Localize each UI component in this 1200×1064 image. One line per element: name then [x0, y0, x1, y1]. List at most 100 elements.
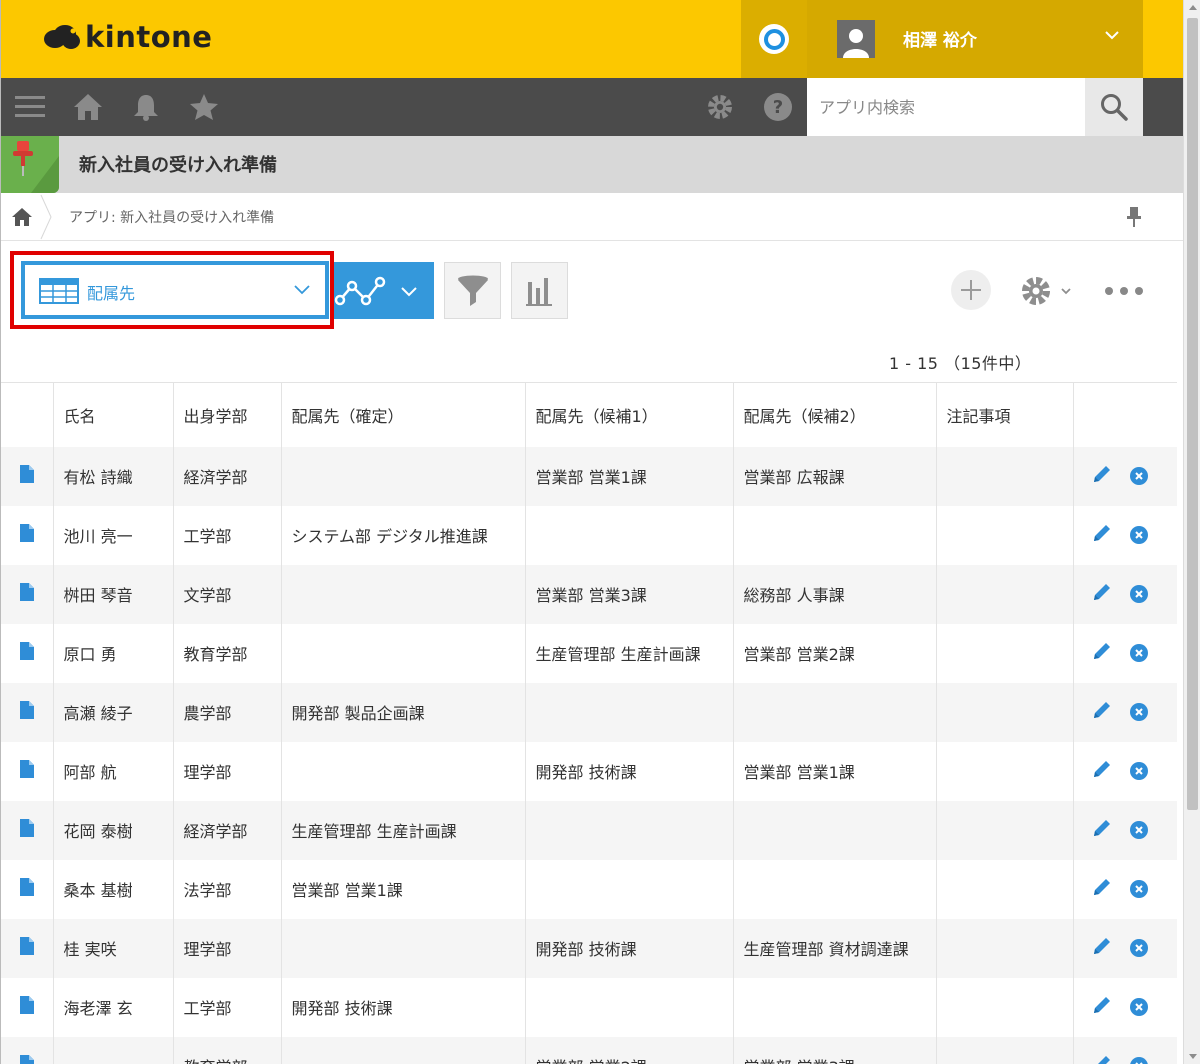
document-icon[interactable] [19, 524, 34, 546]
gear-icon[interactable] [703, 90, 737, 124]
table-cell: 桝田 琴音 [53, 564, 174, 624]
pin-icon[interactable] [1125, 206, 1143, 228]
app-settings-button[interactable] [1019, 274, 1079, 308]
record-detail-link[interactable] [1, 918, 54, 978]
scroll-down-arrow-icon[interactable] [1189, 1054, 1197, 1059]
pencil-icon[interactable] [1092, 1054, 1112, 1064]
table-row[interactable]: 高瀬 綾子 農学部 開発部 製品企画課 [1, 682, 1177, 742]
document-icon[interactable] [19, 1055, 34, 1064]
document-icon[interactable] [19, 642, 34, 664]
record-detail-link[interactable] [1, 1036, 54, 1064]
column-header[interactable]: 配属先（候補2） [733, 382, 937, 447]
close-circle-icon[interactable] [1129, 585, 1148, 603]
chart-button[interactable] [511, 262, 568, 319]
document-icon[interactable] [19, 878, 34, 900]
document-icon[interactable] [19, 583, 34, 605]
graph-select-button[interactable] [334, 262, 434, 319]
record-detail-link[interactable] [1, 800, 54, 860]
scroll-up-arrow-icon[interactable] [1189, 5, 1197, 10]
table-cell: 法学部 [173, 859, 282, 919]
document-icon[interactable] [19, 465, 34, 487]
kintone-logo[interactable]: kintone [43, 20, 212, 54]
document-icon[interactable] [19, 760, 34, 782]
menu-icon[interactable] [13, 90, 47, 124]
home-icon[interactable] [71, 90, 105, 124]
row-actions [1073, 1036, 1177, 1064]
table-cell [936, 446, 1074, 506]
pencil-icon[interactable] [1092, 936, 1112, 960]
column-header[interactable]: 配属先（確定） [281, 382, 526, 447]
close-circle-icon[interactable] [1129, 467, 1148, 485]
column-header[interactable]: 配属先（候補1） [525, 382, 734, 447]
close-circle-icon[interactable] [1129, 644, 1148, 662]
vertical-scrollbar[interactable] [1183, 0, 1200, 1064]
close-circle-icon[interactable] [1129, 880, 1148, 898]
close-circle-icon[interactable] [1129, 526, 1148, 544]
record-detail-link[interactable] [1, 682, 54, 742]
close-circle-icon[interactable] [1129, 939, 1148, 957]
table-header-row: 氏名 出身学部 配属先（確定） 配属先（候補1） 配属先（候補2） 注記事項 [1, 382, 1177, 447]
chart-icon [525, 277, 552, 306]
document-icon[interactable] [19, 819, 34, 841]
column-header[interactable]: 注記事項 [936, 382, 1074, 447]
help-icon[interactable]: ? [761, 90, 795, 124]
pencil-icon[interactable] [1092, 464, 1112, 488]
table-cell: 生産管理部 資材調達課 [733, 918, 937, 978]
close-circle-icon[interactable] [1129, 762, 1148, 780]
search-input[interactable] [807, 78, 1085, 136]
table-row[interactable]: 原口 勇教育学部 生産管理部 生産計画課 営業部 営業2課 [1, 623, 1177, 683]
document-icon[interactable] [19, 937, 34, 959]
pencil-icon[interactable] [1092, 818, 1112, 842]
table-cell [936, 741, 1074, 801]
table-row[interactable]: 阿部 航理学部 開発部 技術課 営業部 営業1課 [1, 741, 1177, 801]
search-button[interactable] [1085, 78, 1143, 136]
scroll-thumb[interactable] [1187, 18, 1198, 810]
filter-button[interactable] [444, 262, 501, 319]
close-circle-icon[interactable] [1129, 998, 1148, 1016]
add-record-button[interactable] [951, 270, 991, 310]
notification-button[interactable] [741, 0, 807, 78]
column-header[interactable]: 氏名 [53, 382, 174, 447]
document-icon[interactable] [19, 996, 34, 1018]
table-row[interactable]: 教育学部 営業部 営業2課営業部 営業3課 [1, 1036, 1177, 1064]
table-row[interactable]: 有松 詩織 経済学部 営業部 営業1課 営業部 広報課 [1, 446, 1177, 506]
record-detail-link[interactable] [1, 623, 54, 683]
table-row[interactable]: 花岡 泰樹 経済学部 生産管理部 生産計画課 [1, 800, 1177, 860]
pencil-icon[interactable] [1092, 700, 1112, 724]
cloud-icon [44, 25, 80, 49]
table-row[interactable]: 池川 亮一 工学部 システム部 デジタル推進課 [1, 505, 1177, 565]
chevron-down-icon [1061, 288, 1071, 295]
star-icon[interactable] [187, 90, 221, 124]
breadcrumb-app-link[interactable]: アプリ: 新入社員の受け入れ準備 [69, 207, 274, 227]
record-detail-link[interactable] [1, 505, 54, 565]
table-cell: 文学部 [173, 564, 282, 624]
column-header[interactable]: 出身学部 [173, 382, 282, 447]
document-icon[interactable] [19, 701, 34, 723]
pencil-icon[interactable] [1092, 877, 1112, 901]
avatar [837, 20, 875, 58]
pencil-icon[interactable] [1092, 582, 1112, 606]
close-circle-icon[interactable] [1129, 703, 1148, 721]
home-icon[interactable] [11, 206, 33, 228]
table-row[interactable]: 桝田 琴音 文学部 営業部 営業3課 総務部 人事課 [1, 564, 1177, 624]
more-icon[interactable] [1105, 276, 1143, 306]
record-detail-link[interactable] [1, 741, 54, 801]
record-detail-link[interactable] [1, 859, 54, 919]
close-circle-icon[interactable] [1129, 1057, 1148, 1064]
table-row[interactable]: 桑本 基樹 法学部 営業部 営業1課 [1, 859, 1177, 919]
pencil-icon[interactable] [1092, 523, 1112, 547]
table-cell: 有松 詩織 [53, 446, 174, 506]
pencil-icon[interactable] [1092, 759, 1112, 783]
record-detail-link[interactable] [1, 564, 54, 624]
pencil-icon[interactable] [1092, 995, 1112, 1019]
bell-icon[interactable] [129, 90, 163, 124]
table-cell [936, 977, 1074, 1037]
close-circle-icon[interactable] [1129, 821, 1148, 839]
record-detail-link[interactable] [1, 446, 54, 506]
user-menu[interactable]: 相澤 裕介 [807, 0, 1143, 78]
table-row[interactable]: 桂 実咲 理学部 開発部 技術課 生産管理部 資材調達課 [1, 918, 1177, 978]
table-row[interactable]: 海老澤 玄工学部 開発部 技術課 [1, 977, 1177, 1037]
pencil-icon[interactable] [1092, 641, 1112, 665]
table-cell [525, 505, 734, 565]
record-detail-link[interactable] [1, 977, 54, 1037]
